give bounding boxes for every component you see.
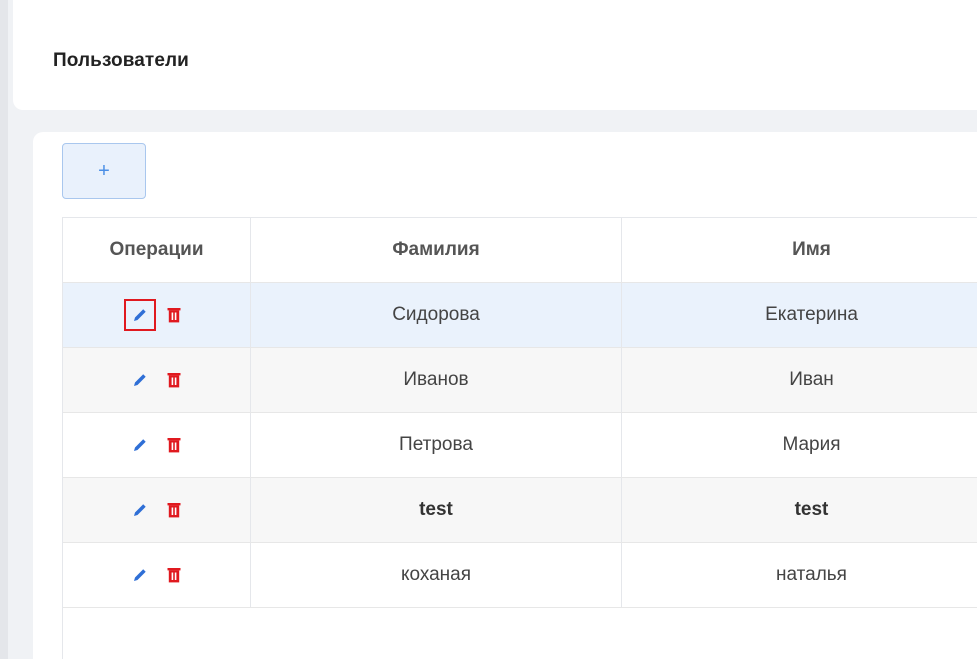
operations-cell: [63, 348, 250, 412]
edit-button[interactable]: [123, 299, 156, 331]
trash-icon: [167, 373, 180, 388]
table-row[interactable]: test test: [63, 478, 977, 543]
page-title: Пользователи: [53, 50, 189, 71]
pencil-icon: [133, 569, 146, 581]
table-header-row: Операции Фамилия Имя: [63, 218, 977, 283]
column-header-operations[interactable]: Операции: [63, 218, 250, 282]
delete-button[interactable]: [163, 499, 185, 521]
users-table: Операции Фамилия Имя Сидорова Екатерина …: [62, 217, 977, 659]
pencil-icon: [133, 309, 146, 321]
first-name-cell: Мария: [621, 413, 977, 477]
first-name-cell: test: [621, 478, 977, 542]
last-name-cell: Петрова: [250, 413, 621, 477]
table-empty-area: [63, 609, 977, 659]
add-user-button[interactable]: +: [62, 143, 146, 199]
trash-icon: [167, 438, 180, 453]
edit-button[interactable]: [129, 564, 151, 586]
edit-button[interactable]: [129, 499, 151, 521]
operations-cell: [63, 283, 250, 347]
column-header-last-name[interactable]: Фамилия: [250, 218, 621, 282]
first-name-cell: Иван: [621, 348, 977, 412]
trash-icon: [167, 503, 180, 518]
pencil-icon: [133, 504, 146, 516]
operations-cell: [63, 478, 250, 542]
last-name-cell: коханая: [250, 543, 621, 607]
trash-icon: [167, 568, 180, 583]
operations-cell: [63, 413, 250, 477]
edit-button[interactable]: [129, 369, 151, 391]
operations-cell: [63, 543, 250, 607]
pencil-icon: [133, 374, 146, 386]
edit-button[interactable]: [129, 434, 151, 456]
table-row[interactable]: Сидорова Екатерина: [63, 283, 977, 348]
plus-icon: +: [98, 160, 110, 182]
last-name-cell: test: [250, 478, 621, 542]
delete-button[interactable]: [163, 434, 185, 456]
last-name-cell: Иванов: [250, 348, 621, 412]
pencil-icon: [133, 439, 146, 451]
trash-icon: [167, 308, 180, 323]
table-row[interactable]: Иванов Иван: [63, 348, 977, 413]
table-row[interactable]: коханая наталья: [63, 543, 977, 608]
delete-button[interactable]: [163, 369, 185, 391]
first-name-cell: Екатерина: [621, 283, 977, 347]
left-edge: [0, 0, 8, 659]
first-name-cell: наталья: [621, 543, 977, 607]
column-header-first-name[interactable]: Имя: [621, 218, 977, 282]
delete-button[interactable]: [163, 304, 185, 326]
delete-button[interactable]: [163, 564, 185, 586]
table-row[interactable]: Петрова Мария: [63, 413, 977, 478]
last-name-cell: Сидорова: [250, 283, 621, 347]
